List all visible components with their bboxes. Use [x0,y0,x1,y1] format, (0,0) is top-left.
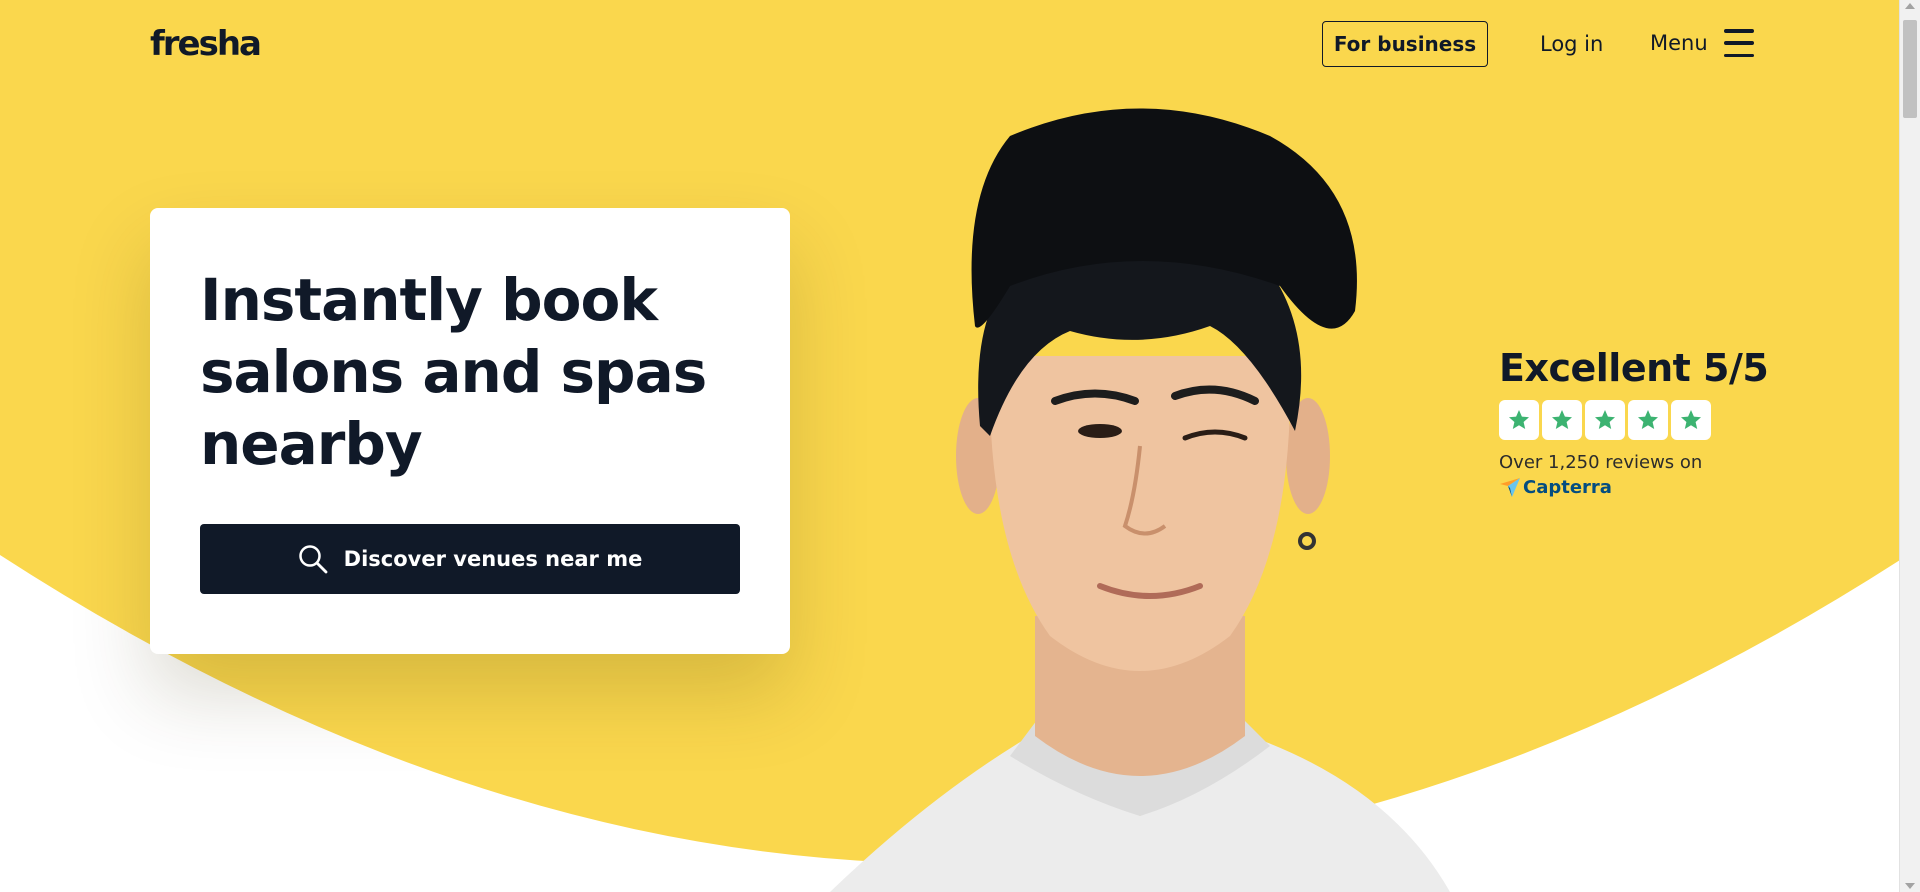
rating-title: Excellent 5/5 [1499,346,1769,390]
site-header: fresha For business Log in Menu [150,20,1754,72]
star-icon [1585,400,1625,440]
hero-headline: Instantly book salons and spas nearby [200,266,707,478]
hamburger-icon [1723,29,1754,57]
capterra-label: Capterra [1523,476,1612,498]
star-rating [1499,400,1819,440]
star-icon [1671,400,1711,440]
capterra-logo-icon [1500,478,1520,497]
rating-block: Excellent 5/5 Over 1,250 reviews on Capt… [1499,346,1819,498]
star-icon [1542,400,1582,440]
scrollbar-thumb[interactable] [1903,20,1917,118]
star-icon [1628,400,1668,440]
menu-button[interactable]: Menu [1650,26,1754,60]
hero-person-image [830,108,1450,892]
reviews-count: Over 1,250 reviews on [1499,452,1703,473]
fresha-logo[interactable]: fresha [150,24,262,64]
discover-venues-label: Discover venues near me [343,547,643,571]
scroll-up-arrow-icon[interactable] [1905,3,1915,9]
menu-label: Menu [1650,31,1708,55]
star-icon [1499,400,1539,440]
for-business-button[interactable]: For business [1322,21,1488,67]
discover-venues-button[interactable]: Discover venues near me [200,524,740,594]
search-icon [298,545,328,574]
login-link[interactable]: Log in [1540,32,1603,56]
scroll-down-arrow-icon[interactable] [1905,883,1915,889]
page-scrollbar[interactable] [1899,0,1920,892]
capterra-link[interactable]: Capterra [1499,476,1819,498]
hero-card: Instantly book salons and spas nearby Di… [150,208,790,654]
